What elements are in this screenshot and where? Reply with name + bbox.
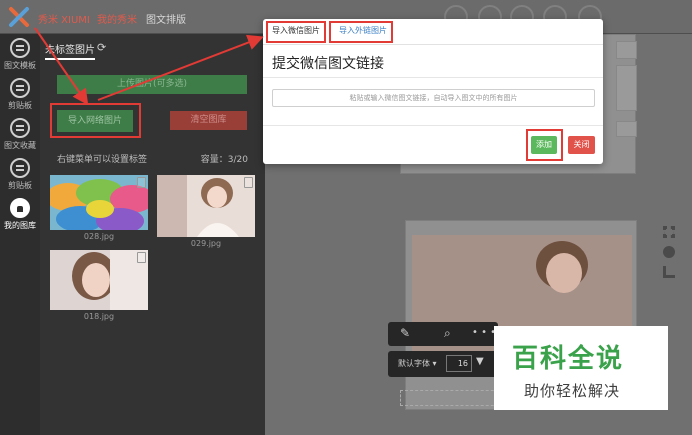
wechat-link-input[interactable]: 粘贴或输入微信图文链接，自动导入图文中的所有图片: [272, 89, 595, 107]
link-icon[interactable]: ⌕: [444, 326, 451, 341]
umbrella-image: [50, 175, 148, 230]
rail-label: 剪贴板: [8, 101, 32, 110]
file-name: 018.jpg: [83, 312, 115, 321]
clear-gallery-button[interactable]: 清空图库: [170, 111, 247, 130]
close-button[interactable]: 关闭: [568, 136, 595, 154]
watermark: 百科全说 助你轻松解决: [494, 326, 668, 410]
trash-icon[interactable]: [137, 177, 146, 188]
file-name: 028.jpg: [83, 232, 115, 241]
gallery-panel: 未标签图片 ⟳ 上传图片(可多选) 导入网络图片 清空图库 右键菜单可以设置标签…: [40, 34, 265, 435]
rail-label: 图文模板: [4, 61, 36, 70]
portrait-image: [50, 250, 148, 310]
annotation-highlight-import: [50, 103, 141, 138]
font-select[interactable]: 默认字体 ▾: [398, 358, 437, 369]
favorites-icon: [10, 118, 30, 138]
tab-untagged[interactable]: 未标签图片: [45, 41, 95, 60]
chevron-down-icon[interactable]: ▼: [476, 356, 484, 367]
divider: [263, 77, 603, 78]
gallery-thumb-029[interactable]: [157, 175, 255, 237]
rail-label: 剪贴板: [8, 181, 32, 190]
rail-item-favorites[interactable]: 图文收藏: [0, 118, 40, 151]
gear-icon[interactable]: [663, 246, 675, 258]
pin-icon[interactable]: ✎: [400, 326, 410, 340]
xiumi-logo-icon: [9, 7, 29, 27]
floating-toolbar: ✎ ⌕ • • •: [388, 322, 498, 346]
watermark-subtitle: 助你轻松解决: [524, 382, 621, 400]
import-modal: 导入微信图片 导入外链图片 提交微信图文链接 粘贴或输入微信图文链接，自动导入图…: [263, 19, 603, 164]
modal-tabs: 导入微信图片 导入外链图片: [263, 19, 603, 45]
trash-icon[interactable]: [244, 177, 253, 188]
rail-label: 我的图库: [4, 221, 36, 230]
more-icon[interactable]: • • •: [472, 327, 496, 338]
refresh-icon[interactable]: ⟳: [97, 41, 106, 54]
gallery-icon: [10, 198, 30, 218]
grid-icon[interactable]: [663, 226, 675, 238]
font-size-input[interactable]: 16: [446, 355, 472, 372]
modal-title: 提交微信图文链接: [272, 56, 384, 72]
format-toolbar: 默认字体 ▾ 16 ▼: [388, 351, 498, 377]
annotation-highlight-tab2: [329, 21, 393, 43]
rail-item-clipboard-alt[interactable]: 剪贴板: [0, 158, 40, 191]
divider: [263, 125, 603, 126]
annotation-highlight-add: [526, 129, 563, 161]
font-label: 默认字体: [398, 359, 430, 368]
nav-my-xiumi[interactable]: 我的秀米: [97, 11, 137, 26]
rail-item-clipboard[interactable]: 剪贴板: [0, 78, 40, 111]
gallery-thumb-028[interactable]: [50, 175, 148, 230]
clipboard-alt-icon: [10, 158, 30, 178]
clipboard-icon: [10, 78, 30, 98]
chart-icon[interactable]: [663, 266, 675, 278]
trash-icon[interactable]: [137, 252, 146, 263]
upload-images-button[interactable]: 上传图片(可多选): [57, 75, 247, 94]
annotation-highlight-tab1: [266, 21, 326, 43]
file-name: 029.jpg: [190, 239, 222, 248]
left-rail: 图文模板 剪贴板 图文收藏 剪贴板 我的图库: [0, 34, 40, 435]
tag-hint: 右键菜单可以设置标签: [57, 155, 148, 165]
nav-layout[interactable]: 图文排版: [146, 11, 186, 26]
watermark-title: 百科全说: [512, 344, 625, 374]
rail-item-gallery[interactable]: 我的图库: [0, 198, 40, 231]
capacity-label: 容量：3/20: [200, 155, 248, 165]
gallery-thumb-018[interactable]: [50, 250, 148, 310]
rail-item-templates[interactable]: 图文模板: [0, 38, 40, 71]
rail-label: 图文收藏: [4, 141, 36, 150]
brand-name[interactable]: 秀米 XIUMI: [38, 11, 90, 26]
template-icon: [10, 38, 30, 58]
portrait-image: [157, 175, 255, 237]
